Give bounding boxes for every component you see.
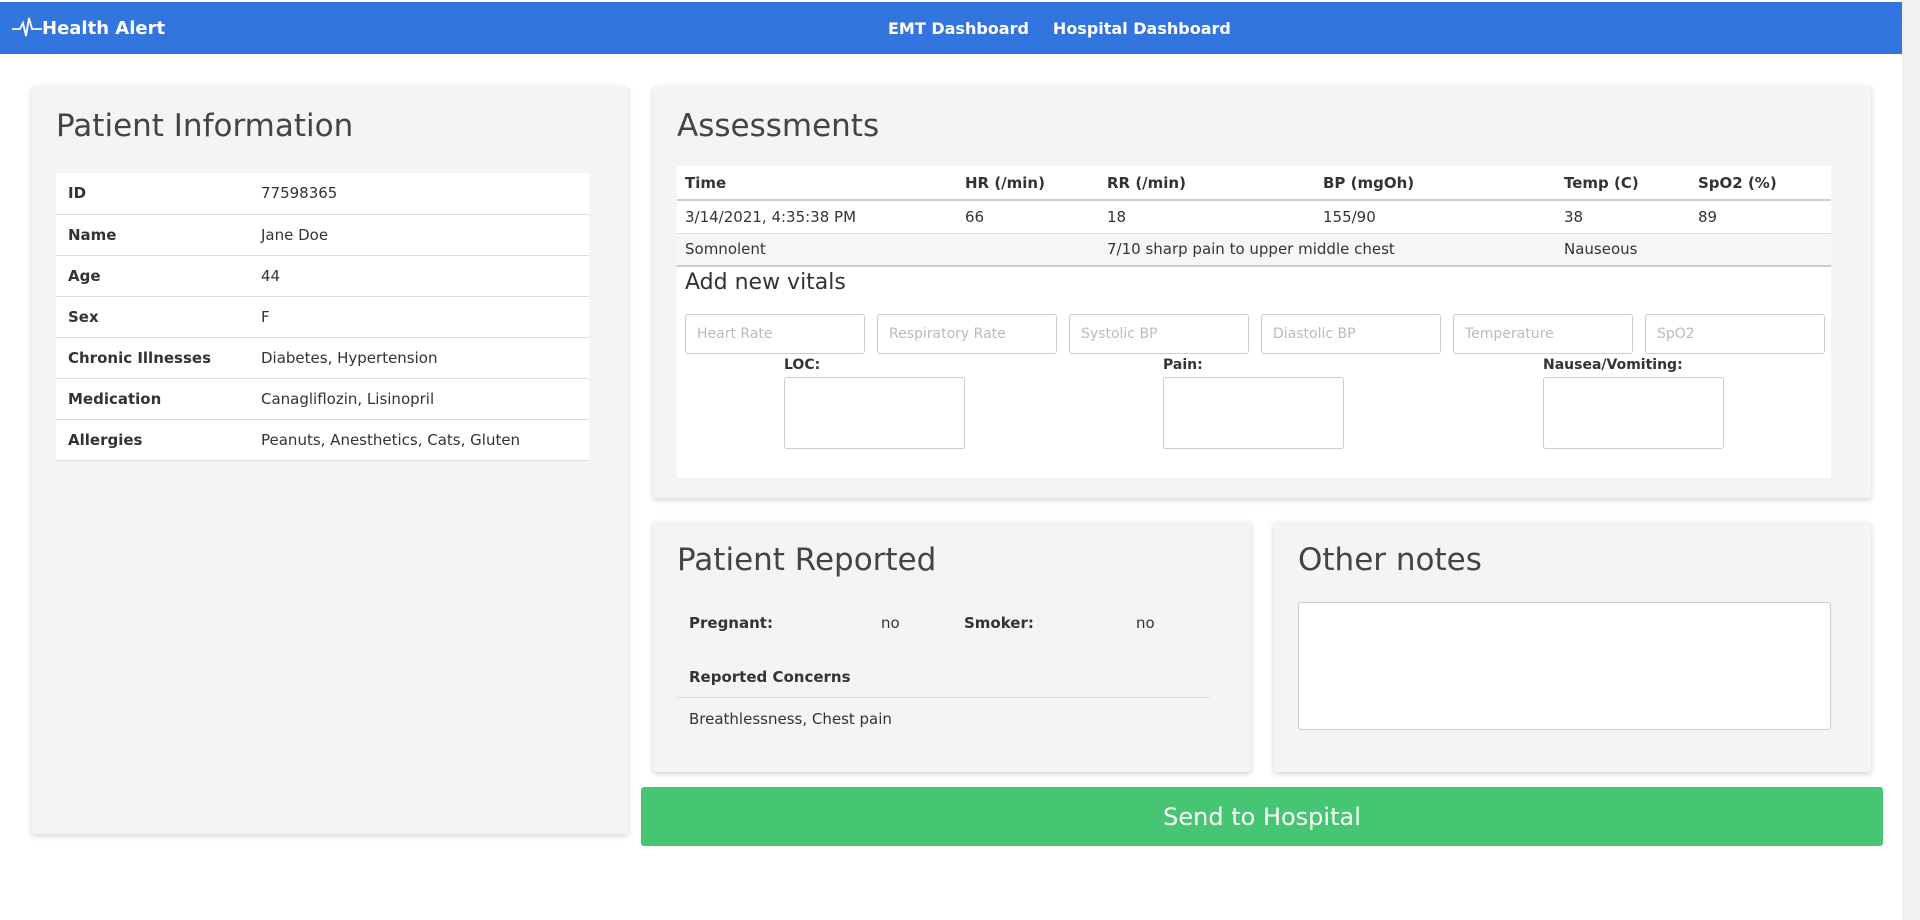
info-key: Name	[56, 214, 249, 256]
patient-info-card: Patient Information ID 77598365 Name Jane …	[32, 86, 628, 834]
brand-label: Health Alert	[42, 17, 166, 39]
info-key: Medication	[56, 378, 249, 420]
table-row: 3/14/2021, 4:35:38 PM 66 18 155/90 38 89	[677, 200, 1831, 234]
respiratory-rate-input[interactable]	[877, 314, 1057, 354]
info-value: 77598365	[249, 173, 589, 215]
table-row: Medication Canagliflozin, Lisinopril	[56, 378, 589, 420]
vital-inputs	[685, 314, 1837, 354]
col-time: Time	[677, 166, 957, 201]
table-row: Age 44	[56, 255, 589, 297]
loc-group: LOC:	[784, 357, 965, 453]
smoker-value: no	[1136, 614, 1155, 632]
table-row: Sex F	[56, 296, 589, 338]
nav-links: EMT Dashboard Hospital Dashboard	[888, 2, 1255, 54]
table-row: Allergies Peanuts, Anesthetics, Cats, Glu…	[56, 419, 589, 461]
patient-reported-card: Patient Reported Pregnant: no Smoker: no…	[653, 522, 1251, 772]
info-key: Age	[56, 255, 249, 297]
pain-group: Pain:	[1163, 357, 1344, 453]
pregnant-value: no	[881, 614, 900, 632]
heart-rate-input[interactable]	[685, 314, 865, 354]
cell-bp: 155/90	[1315, 200, 1556, 234]
divider	[677, 697, 1210, 698]
col-temp: Temp (C)	[1556, 166, 1690, 201]
cell-hr: 66	[957, 200, 1099, 234]
other-notes-card: Other notes	[1274, 522, 1871, 772]
assessments-title: Assessments	[677, 108, 880, 144]
cell-time: 3/14/2021, 4:35:38 PM	[677, 200, 957, 234]
info-value: Canagliflozin, Lisinopril	[249, 378, 589, 420]
patient-reported-title: Patient Reported	[677, 542, 937, 578]
patient-info-table: ID 77598365 Name Jane Doe Age 44 Sex F Chron…	[56, 173, 589, 461]
temperature-input[interactable]	[1453, 314, 1633, 354]
spo2-input[interactable]	[1645, 314, 1825, 354]
other-notes-textarea[interactable]	[1298, 602, 1831, 730]
col-hr: HR (/min)	[957, 166, 1099, 201]
patient-info-title: Patient Information	[56, 108, 354, 144]
info-value: F	[249, 296, 589, 338]
col-bp: BP (mgOh)	[1315, 166, 1556, 201]
cell-loc: Somnolent	[677, 233, 1099, 267]
cell-temp: 38	[1556, 200, 1690, 234]
table-row: Chronic Illnesses Diabetes, Hypertension	[56, 337, 589, 379]
info-value: Jane Doe	[249, 214, 589, 256]
info-value: Peanuts, Anesthetics, Cats, Gluten	[249, 419, 589, 461]
reported-concerns-label: Reported Concerns	[689, 668, 851, 686]
pregnant-label: Pregnant:	[689, 614, 773, 632]
col-rr: RR (/min)	[1099, 166, 1315, 201]
systolic-bp-input[interactable]	[1069, 314, 1249, 354]
cell-nausea: Nauseous	[1556, 233, 1831, 267]
add-vitals-title: Add new vitals	[685, 270, 846, 295]
vitals-table: Time HR (/min) RR (/min) BP (mgOh) Temp …	[677, 166, 1831, 267]
smoker-label: Smoker:	[964, 614, 1034, 632]
loc-textarea[interactable]	[784, 377, 965, 449]
info-key: Sex	[56, 296, 249, 338]
cell-spo2: 89	[1690, 200, 1831, 234]
nav-emt-dashboard[interactable]: EMT Dashboard	[888, 19, 1029, 38]
cell-pain: 7/10 sharp pain to upper middle chest	[1099, 233, 1556, 267]
pain-textarea[interactable]	[1163, 377, 1344, 449]
table-header-row: Time HR (/min) RR (/min) BP (mgOh) Temp …	[677, 166, 1831, 201]
info-value: 44	[249, 255, 589, 297]
table-row: ID 77598365	[56, 173, 589, 215]
other-notes-title: Other notes	[1298, 542, 1482, 578]
info-key: ID	[56, 173, 249, 215]
diastolic-bp-input[interactable]	[1261, 314, 1441, 354]
nav-hospital-dashboard[interactable]: Hospital Dashboard	[1053, 19, 1231, 38]
info-key: Allergies	[56, 419, 249, 461]
pain-label: Pain:	[1163, 357, 1203, 373]
brand[interactable]: Health Alert	[12, 2, 165, 54]
assessments-card: Assessments Time HR (/min) RR (/min) BP …	[653, 86, 1871, 498]
nausea-textarea[interactable]	[1543, 377, 1724, 449]
send-to-hospital-button[interactable]: Send to Hospital	[641, 787, 1883, 846]
heartbeat-icon	[12, 17, 42, 37]
scrollbar[interactable]	[1902, 0, 1920, 920]
loc-label: LOC:	[784, 357, 821, 373]
info-value: Diabetes, Hypertension	[249, 337, 589, 379]
info-key: Chronic Illnesses	[56, 337, 249, 379]
table-row: Name Jane Doe	[56, 214, 589, 256]
nausea-label: Nausea/Vomiting:	[1543, 357, 1683, 373]
navbar: Health Alert EMT Dashboard Hospital Dash…	[0, 2, 1902, 54]
cell-rr: 18	[1099, 200, 1315, 234]
assessments-panel: Time HR (/min) RR (/min) BP (mgOh) Temp …	[677, 166, 1831, 478]
col-spo2: SpO2 (%)	[1690, 166, 1831, 201]
reported-concerns-value: Breathlessness, Chest pain	[689, 710, 892, 728]
nausea-group: Nausea/Vomiting:	[1543, 357, 1724, 453]
table-row: Somnolent 7/10 sharp pain to upper middl…	[677, 233, 1831, 267]
